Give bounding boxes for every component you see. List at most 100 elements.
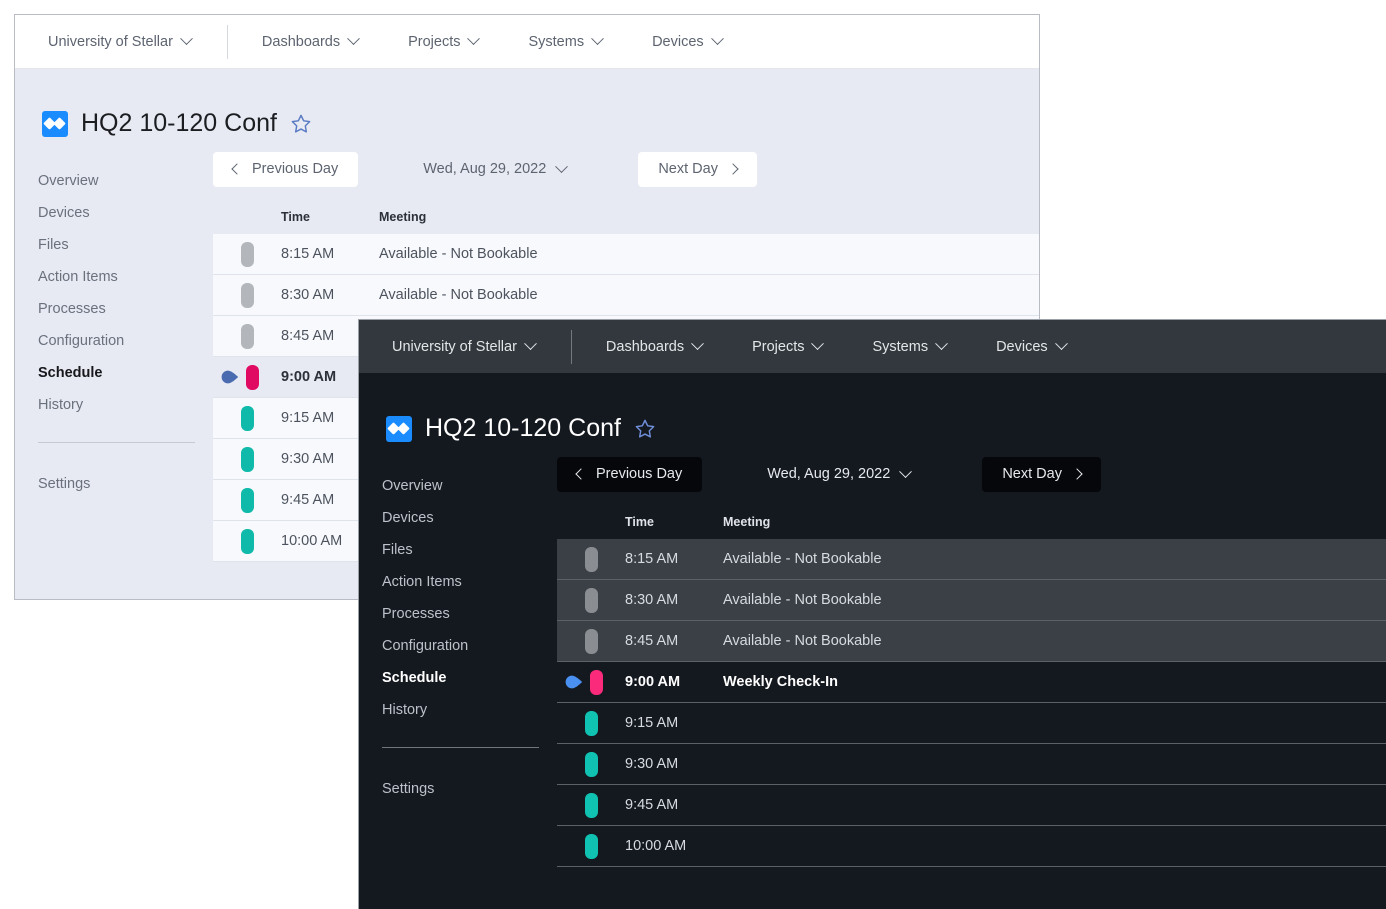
rooms-diamond-icon — [386, 416, 412, 442]
schedule-table: Time Meeting 8:15 AMAvailable - Not Book… — [557, 505, 1386, 867]
nav-item-dashboards[interactable]: Dashboards — [606, 339, 702, 355]
row-time: 9:45 AM — [625, 797, 723, 813]
status-badge — [585, 629, 598, 654]
previous-day-button[interactable]: Previous Day — [213, 152, 358, 187]
nav-divider — [227, 25, 228, 59]
org-switcher[interactable]: University of Stellar — [48, 34, 227, 50]
column-header-meeting: Meeting — [723, 515, 1386, 529]
sidebar-item-schedule[interactable]: Schedule — [382, 662, 557, 694]
nav-divider — [571, 330, 572, 364]
row-status-cell — [557, 834, 625, 859]
row-status-cell — [557, 752, 625, 777]
sidebar-item-files[interactable]: Files — [38, 229, 213, 261]
nav-item-projects[interactable]: Projects — [408, 34, 478, 50]
sidebar: Overview Devices Files Action Items Proc… — [359, 443, 557, 867]
row-status-cell — [213, 447, 281, 472]
nav-label: Dashboards — [606, 339, 684, 355]
row-time: 9:30 AM — [625, 756, 723, 772]
star-outline-icon[interactable] — [290, 113, 312, 135]
row-meeting: Available - Not Bookable — [723, 551, 1386, 567]
page-header: HQ2 10-120 Conf — [15, 69, 1039, 138]
nav-label: Dashboards — [262, 34, 340, 50]
status-badge — [241, 242, 254, 267]
sidebar-item-schedule[interactable]: Schedule — [38, 357, 213, 389]
nav-item-systems[interactable]: Systems — [528, 34, 602, 50]
table-row[interactable]: 8:45 AMAvailable - Not Bookable — [557, 621, 1386, 662]
row-status-cell — [213, 242, 281, 267]
date-selector-label: Wed, Aug 29, 2022 — [767, 466, 890, 482]
table-row[interactable]: 10:00 AM — [557, 826, 1386, 867]
status-badge — [585, 588, 598, 613]
chevron-right-icon — [1071, 468, 1082, 479]
status-badge — [590, 670, 603, 695]
nav-links: Dashboards Projects Systems Devices — [606, 339, 1066, 355]
sidebar-item-settings[interactable]: Settings — [382, 773, 557, 805]
sidebar-item-configuration[interactable]: Configuration — [38, 325, 213, 357]
org-switcher[interactable]: University of Stellar — [392, 339, 571, 355]
sidebar-item-history[interactable]: History — [38, 389, 213, 421]
previous-day-button[interactable]: Previous Day — [557, 457, 702, 492]
star-outline-icon[interactable] — [634, 418, 656, 440]
sidebar-item-files[interactable]: Files — [382, 534, 557, 566]
date-selector[interactable]: Wed, Aug 29, 2022 — [767, 466, 910, 482]
chevron-down-icon — [691, 337, 704, 350]
status-badge — [241, 529, 254, 554]
previous-day-label: Previous Day — [596, 466, 682, 482]
page-header: HQ2 10-120 Conf — [359, 374, 1386, 443]
chevron-down-icon — [591, 32, 604, 45]
status-badge — [241, 447, 254, 472]
nav-links: Dashboards Projects Systems Devices — [262, 34, 722, 50]
nav-item-devices[interactable]: Devices — [652, 34, 722, 50]
sidebar-item-configuration[interactable]: Configuration — [382, 630, 557, 662]
row-status-cell — [213, 324, 281, 349]
table-row[interactable]: 8:15 AMAvailable - Not Bookable — [557, 539, 1386, 580]
row-time: 9:00 AM — [625, 674, 723, 690]
status-badge — [246, 365, 259, 390]
location-pin-icon — [565, 675, 583, 689]
nav-item-dashboards[interactable]: Dashboards — [262, 34, 358, 50]
status-badge — [585, 752, 598, 777]
sidebar-item-overview[interactable]: Overview — [38, 165, 213, 197]
sidebar-item-devices[interactable]: Devices — [38, 197, 213, 229]
sidebar-item-action-items[interactable]: Action Items — [382, 566, 557, 598]
sidebar-item-history[interactable]: History — [382, 694, 557, 726]
nav-item-devices[interactable]: Devices — [996, 339, 1066, 355]
sidebar-item-processes[interactable]: Processes — [382, 598, 557, 630]
nav-label: Devices — [996, 339, 1048, 355]
table-row[interactable]: 9:30 AM — [557, 744, 1386, 785]
row-time: 8:45 AM — [625, 633, 723, 649]
chevron-down-icon — [468, 32, 481, 45]
row-status-cell — [213, 529, 281, 554]
sidebar-item-processes[interactable]: Processes — [38, 293, 213, 325]
sidebar-item-label: Overview — [382, 478, 442, 494]
rooms-diamond-icon — [42, 111, 68, 137]
table-row[interactable]: 8:15 AMAvailable - Not Bookable — [213, 234, 1039, 275]
sidebar-item-overview[interactable]: Overview — [382, 470, 557, 502]
table-row[interactable]: 9:15 AM — [557, 703, 1386, 744]
table-row[interactable]: 8:30 AMAvailable - Not Bookable — [213, 275, 1039, 316]
sidebar-item-settings[interactable]: Settings — [38, 468, 213, 500]
sidebar-item-label: Action Items — [382, 574, 462, 590]
nav-item-projects[interactable]: Projects — [752, 339, 822, 355]
nav-item-systems[interactable]: Systems — [872, 339, 946, 355]
sidebar-item-label: Settings — [38, 476, 90, 492]
table-row[interactable]: 8:30 AMAvailable - Not Bookable — [557, 580, 1386, 621]
sidebar-item-action-items[interactable]: Action Items — [38, 261, 213, 293]
sidebar-item-label: Configuration — [382, 638, 468, 654]
sidebar-item-label: Schedule — [382, 670, 446, 686]
sidebar-item-devices[interactable]: Devices — [382, 502, 557, 534]
table-row[interactable]: 9:45 AM — [557, 785, 1386, 826]
page-body: HQ2 10-120 Conf Overview Devices Files A… — [359, 374, 1386, 909]
top-navigation-bar: University of Stellar Dashboards Project… — [15, 15, 1039, 69]
status-badge — [585, 793, 598, 818]
next-day-button[interactable]: Next Day — [982, 457, 1101, 492]
status-badge — [585, 711, 598, 736]
row-meeting: Available - Not Bookable — [379, 287, 1039, 303]
schedule-table-header: Time Meeting — [213, 200, 1039, 234]
table-row[interactable]: 9:00 AMWeekly Check-In — [557, 662, 1386, 703]
date-selector-label: Wed, Aug 29, 2022 — [423, 161, 546, 177]
date-selector[interactable]: Wed, Aug 29, 2022 — [423, 161, 566, 177]
sidebar-item-label: Schedule — [38, 365, 102, 381]
row-meeting: Weekly Check-In — [723, 674, 1386, 690]
next-day-button[interactable]: Next Day — [638, 152, 757, 187]
